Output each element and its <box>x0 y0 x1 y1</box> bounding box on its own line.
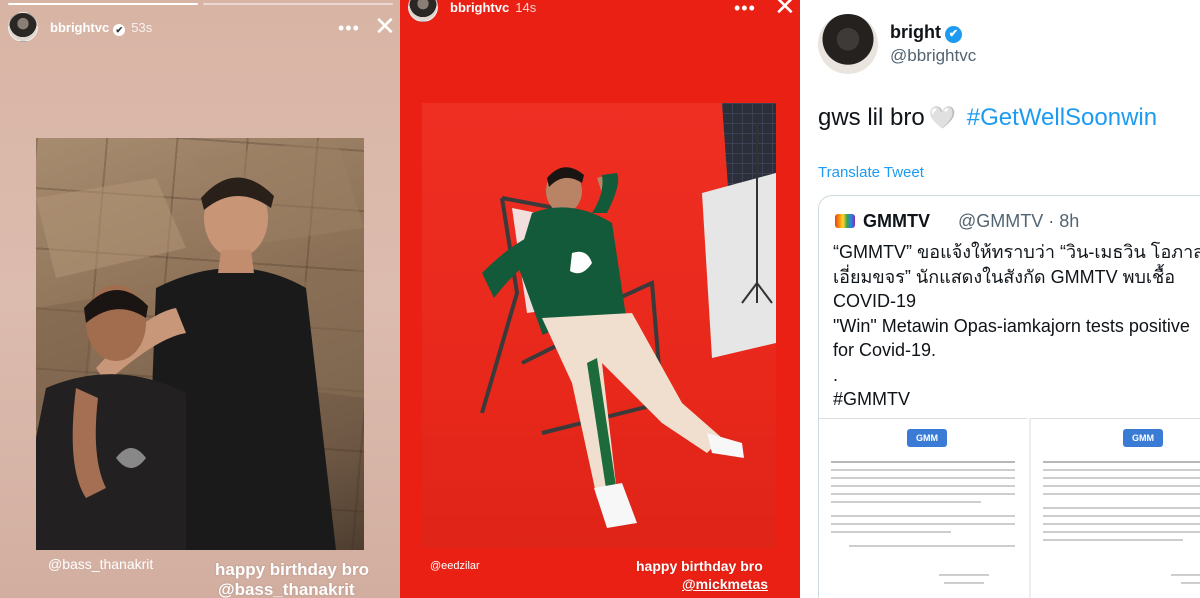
press-release-image-thai[interactable]: GMM <box>819 418 1027 598</box>
story-username[interactable]: bbrightvc <box>50 20 109 35</box>
tweet-panel: bright ✔ @bbrightvc gws lil bro 🤍 #GetWell… <box>800 0 1200 598</box>
avatar[interactable] <box>8 12 38 42</box>
story-time: 14s <box>515 0 537 15</box>
doc-text-line <box>831 531 951 533</box>
quoted-tweet[interactable]: GMMTV @GMMTV · 8h “GMMTV” ขอแจ้งให้ทราบว… <box>818 195 1200 598</box>
story-caption-line1: happy birthday bro <box>215 560 369 579</box>
avatar[interactable] <box>408 0 438 22</box>
story-panel-2: bbrightvc 14s ••• ✕ @eedzilar happy birt… <box>400 0 800 598</box>
doc-text-line <box>1171 574 1200 576</box>
doc-text-line <box>831 523 1015 525</box>
doc-text-line <box>1043 477 1200 479</box>
story-caption-line2[interactable]: @mickmetas <box>682 576 768 592</box>
story-header: bbrightvc 14s ••• ✕ <box>408 0 796 28</box>
press-release-image-english[interactable]: GMM <box>1029 418 1200 598</box>
more-options-icon[interactable]: ••• <box>338 18 360 39</box>
doc-text-line <box>944 582 984 584</box>
photo-man-in-chair <box>480 103 776 528</box>
story-progress-1 <box>8 3 198 5</box>
translate-tweet-link[interactable]: Translate Tweet <box>818 164 924 181</box>
quoted-tweet-body: “GMMTV” ขอแจ้งให้ทราบว่า “วิน-เมธวิน โอภ… <box>833 240 1200 412</box>
quoted-line: “GMMTV” ขอแจ้งให้ทราบว่า “วิน-เมธวิน โอภ… <box>833 242 1200 262</box>
doc-text-line <box>831 501 981 503</box>
story-time: 53s <box>131 20 153 35</box>
more-options-icon[interactable]: ••• <box>734 0 756 19</box>
story-username-row[interactable]: bbrightvc 14s <box>450 0 536 15</box>
gmmtv-logo-icon: GMM <box>907 429 947 447</box>
tweet-author-name[interactable]: bright <box>890 22 941 42</box>
doc-text-line <box>939 574 989 576</box>
story-progress-2 <box>203 3 393 5</box>
doc-text-line <box>1043 523 1200 525</box>
verified-icon: ✔ <box>113 24 126 36</box>
quoted-line: COVID-19 <box>833 291 917 311</box>
story-username[interactable]: bbrightvc <box>450 0 509 15</box>
doc-text-line <box>831 461 1015 463</box>
story-panel-1: bbrightvc ✔ 53s ••• ✕ @bass_thanakrit ha… <box>0 0 400 598</box>
doc-text-line <box>831 493 1015 495</box>
tweet-hashtag-link[interactable]: #GetWellSoonwin <box>967 104 1157 131</box>
doc-text-line <box>1043 531 1200 533</box>
story-header: bbrightvc ✔ 53s ••• ✕ <box>8 12 396 48</box>
tweet-text: gws lil bro 🤍 #GetWellSoonwin <box>818 104 1157 132</box>
story-username-row[interactable]: bbrightvc ✔ 53s <box>50 20 152 36</box>
tweet-author-handle[interactable]: @bbrightvc <box>890 46 976 66</box>
doc-text-line <box>1043 493 1200 495</box>
doc-text-line <box>831 469 1015 471</box>
gmmtv-logo-icon: GMM <box>1123 429 1163 447</box>
white-heart-icon: 🤍 <box>928 105 957 130</box>
verified-icon: ✔ <box>945 26 962 43</box>
story-photo <box>36 138 364 550</box>
doc-text-line <box>1043 507 1200 509</box>
doc-text-line <box>1043 485 1200 487</box>
doc-text-line <box>1043 461 1200 463</box>
quoted-line: เอี่ยมขจร” นักแสดงในสังกัด GMMTV พบเชื้อ <box>833 266 1176 287</box>
gmmtv-logo-icon <box>835 214 855 228</box>
quoted-line: #GMMTV <box>833 389 911 409</box>
quoted-author-handle[interactable]: @GMMTV · 8h <box>958 211 1079 232</box>
close-icon[interactable]: ✕ <box>374 12 396 40</box>
quoted-author-name[interactable]: GMMTV <box>863 211 930 232</box>
doc-text-line <box>1043 539 1183 541</box>
doc-text-line <box>1181 582 1200 584</box>
tweet-author-row[interactable]: bright ✔ <box>890 22 962 43</box>
story-mention-tag[interactable]: @eedzilar <box>430 560 480 572</box>
doc-text-line <box>831 515 1015 517</box>
story-caption-line2[interactable]: @bass_thanakrit <box>218 580 355 598</box>
quoted-line: for Covid-19. <box>833 340 937 360</box>
avatar[interactable] <box>818 14 878 74</box>
quoted-line: "Win" Metawin Opas-iamkajorn tests posit… <box>833 315 1190 336</box>
tweet-body: gws lil bro <box>818 104 925 131</box>
doc-text-line <box>1043 515 1200 517</box>
close-icon[interactable]: ✕ <box>774 0 796 20</box>
doc-text-line <box>849 545 1015 547</box>
doc-text-line <box>831 485 1015 487</box>
quoted-line: . <box>833 364 839 385</box>
story-caption-line1: happy birthday bro <box>636 558 763 574</box>
story-photo <box>422 103 776 548</box>
photo-two-boys <box>36 138 364 550</box>
doc-text-line <box>1043 469 1200 471</box>
doc-text-line <box>831 477 1015 479</box>
story-mention-tag[interactable]: @bass_thanakrit <box>48 556 153 572</box>
